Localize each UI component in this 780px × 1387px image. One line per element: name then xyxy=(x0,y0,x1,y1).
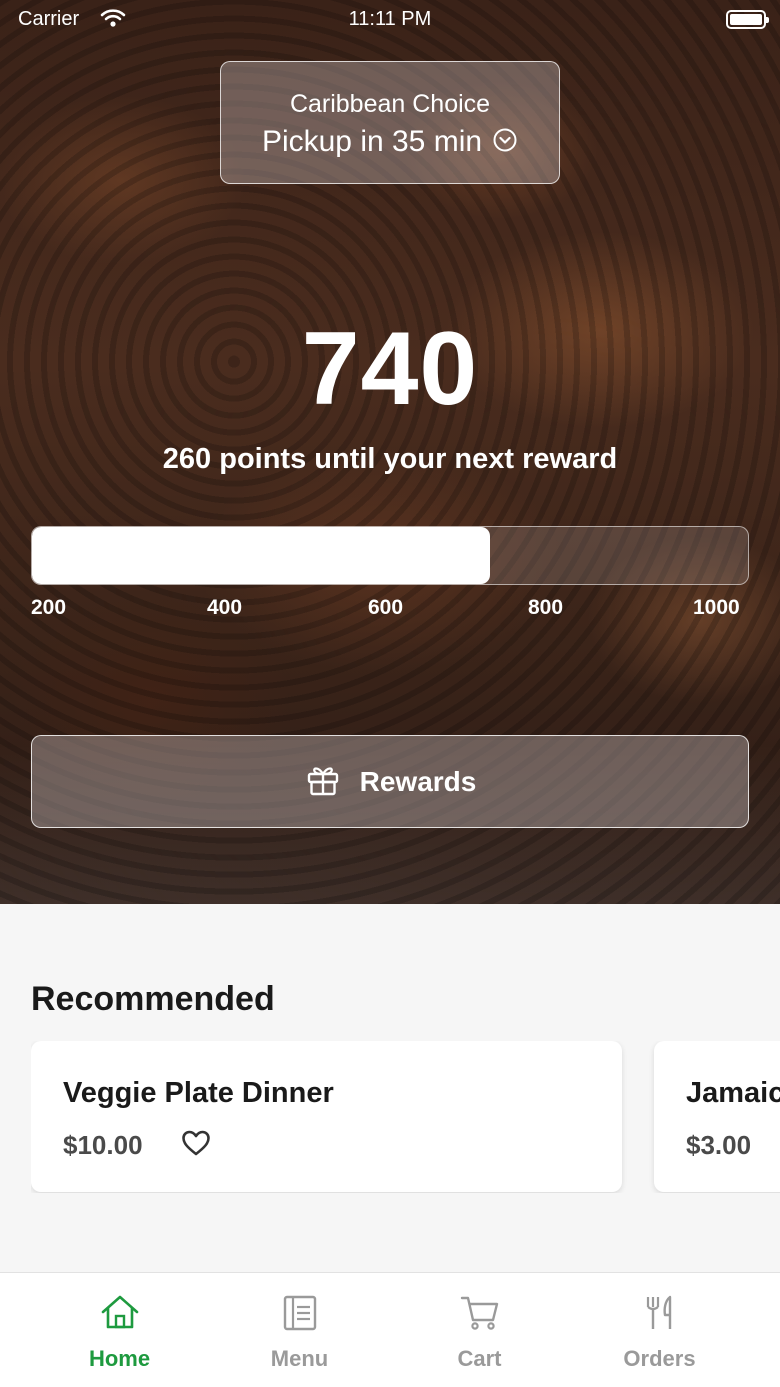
tab-label: Cart xyxy=(457,1346,502,1371)
bottom-tab-bar: Home Menu Cart Orders xyxy=(0,1272,780,1387)
rewards-button[interactable]: Rewards xyxy=(31,735,749,828)
recommended-card[interactable]: Veggie Plate Dinner $10.00 xyxy=(31,1041,622,1192)
progress-tick: 600 xyxy=(368,596,404,619)
battery-icon xyxy=(726,10,769,29)
recommended-heading: Recommended xyxy=(31,980,275,1018)
next-reward-message: 260 points until your next reward xyxy=(162,443,618,475)
rewards-progress-fill xyxy=(32,527,491,584)
item-name: Jamaic xyxy=(686,1077,780,1109)
heart-icon[interactable] xyxy=(181,1129,211,1162)
tab-label: Menu xyxy=(270,1346,329,1371)
recommended-card[interactable]: Jamaic $3.00 xyxy=(654,1041,780,1192)
tab-orders[interactable]: Orders xyxy=(562,1273,757,1387)
points-balance: 740 xyxy=(301,311,479,427)
rewards-progress-bar xyxy=(31,526,749,585)
item-price: $10.00 xyxy=(63,1130,143,1160)
progress-tick: 200 xyxy=(31,596,67,619)
orders-icon xyxy=(640,1293,680,1333)
tab-home[interactable]: Home xyxy=(22,1273,217,1387)
cart-icon xyxy=(460,1293,500,1333)
status-bar: Carrier 11:11 PM xyxy=(0,0,780,40)
store-pickup-selector[interactable]: Caribbean Choice Pickup in 35 min xyxy=(220,61,560,184)
store-name: Caribbean Choice xyxy=(289,90,491,118)
recommended-carousel[interactable]: Veggie Plate Dinner $10.00 Jamaic $3.00 xyxy=(31,1041,780,1193)
rewards-button-label: Rewards xyxy=(359,765,477,797)
status-time: 11:11 PM xyxy=(348,8,432,30)
tab-cart[interactable]: Cart xyxy=(382,1273,577,1387)
tab-menu[interactable]: Menu xyxy=(202,1273,397,1387)
progress-tick: 1000 xyxy=(693,596,740,619)
tab-label: Orders xyxy=(623,1346,696,1371)
progress-tick: 800 xyxy=(528,596,564,619)
pickup-time: Pickup in 35 min xyxy=(261,125,483,158)
item-name: Veggie Plate Dinner xyxy=(63,1077,334,1109)
gift-icon xyxy=(304,760,342,803)
item-price: $3.00 xyxy=(686,1130,752,1160)
home-icon xyxy=(100,1293,140,1333)
tab-label: Home xyxy=(88,1346,151,1371)
chevron-down-circle-icon xyxy=(492,127,518,158)
menu-icon xyxy=(280,1293,320,1333)
progress-tick: 400 xyxy=(207,596,243,619)
